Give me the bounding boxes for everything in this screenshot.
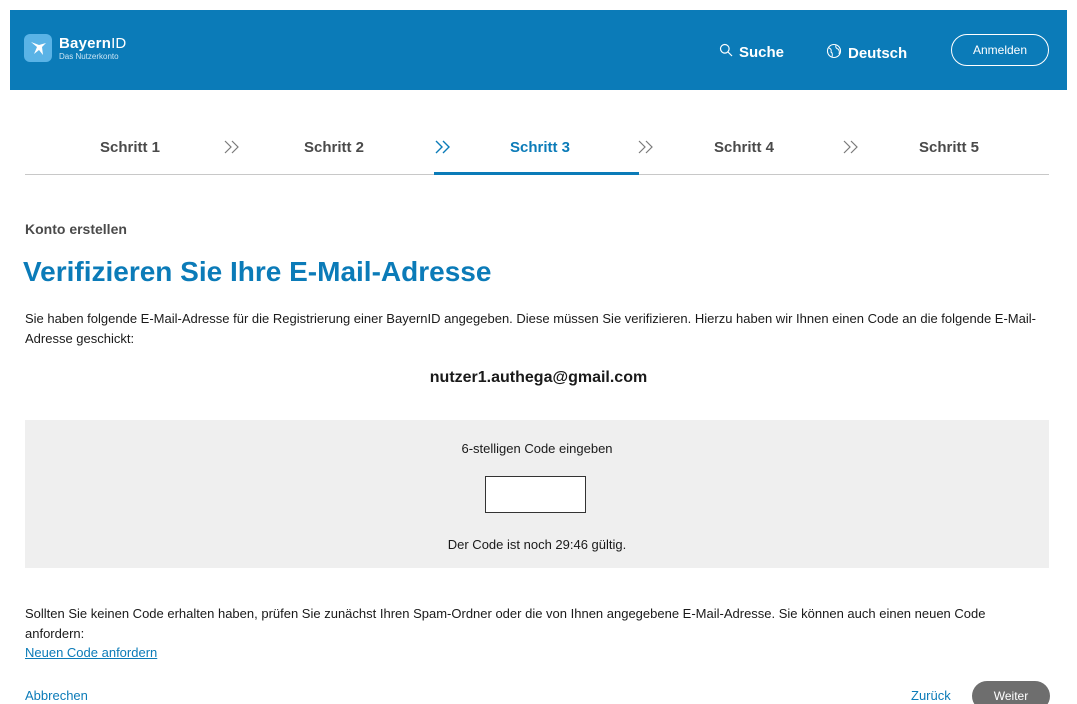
next-button[interactable]: Weiter: [972, 681, 1050, 704]
step-indicator: Schritt 1 Schritt 2 Schritt 3 Schritt 4 …: [25, 130, 1049, 175]
code-validity-text: Der Code ist noch 29:46 gültig.: [447, 537, 627, 552]
request-new-code-link[interactable]: Neuen Code anfordern: [25, 645, 157, 660]
spam-note: Sollten Sie keinen Code erhalten haben, …: [25, 606, 986, 641]
lion-logo-icon: [24, 34, 52, 62]
login-button[interactable]: Anmelden: [951, 34, 1049, 66]
intro-text: Sie haben folgende E-Mail-Adresse für di…: [25, 311, 1036, 346]
step-2: Schritt 2: [304, 139, 365, 156]
globe-icon: [826, 43, 848, 63]
search-link[interactable]: Suche: [719, 43, 784, 61]
bayernid-logo[interactable]: BayernID Das Nutzerkonto: [24, 34, 126, 62]
step-3-active: Schritt 3: [510, 139, 571, 156]
active-step-underline: [434, 172, 639, 175]
search-label: Suche: [739, 43, 785, 61]
language-label: Deutsch: [848, 44, 908, 62]
page-overline: Konto erstellen: [25, 221, 127, 237]
email-address: nutzer1.authega@gmail.com: [429, 369, 648, 386]
page-title: Verifizieren Sie Ihre E-Mail-Adresse: [23, 256, 492, 287]
back-link[interactable]: Zurück: [911, 688, 951, 703]
code-label: 6-stelligen Code eingeben: [461, 441, 613, 456]
brand-subtitle: Das Nutzerkonto: [59, 51, 119, 61]
step-5: Schritt 5: [919, 139, 980, 156]
verification-code-input[interactable]: [485, 476, 586, 513]
step-4: Schritt 4: [714, 139, 775, 156]
language-selector[interactable]: Deutsch: [826, 43, 907, 63]
top-header: BayernID Das Nutzerkonto Suche Deutsch A…: [10, 10, 1067, 90]
double-chevron-right-icon: [223, 140, 241, 159]
double-chevron-right-icon: [434, 140, 452, 159]
cancel-link[interactable]: Abbrechen: [25, 688, 88, 703]
brand-name: BayernID: [59, 34, 127, 52]
double-chevron-right-icon: [842, 140, 860, 159]
code-entry-panel: 6-stelligen Code eingeben Der Code ist n…: [25, 420, 1049, 568]
double-chevron-right-icon: [637, 140, 655, 159]
search-icon: [719, 43, 739, 61]
step-1: Schritt 1: [100, 139, 161, 156]
